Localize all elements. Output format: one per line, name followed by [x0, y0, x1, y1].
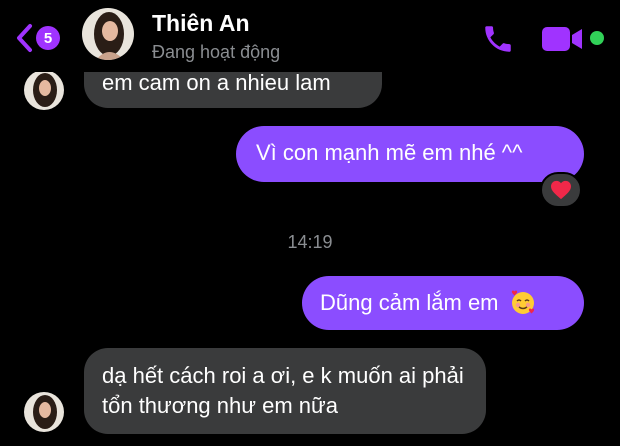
message-timestamp: 14:19: [287, 232, 333, 252]
smiling-face-with-hearts-icon: [511, 290, 534, 314]
message-bubble-outgoing[interactable]: Dũng cảm lắm em: [302, 276, 584, 330]
heart-icon: [551, 180, 571, 200]
phone-icon[interactable]: [480, 22, 516, 56]
contact-name[interactable]: Thiên An: [152, 10, 250, 37]
chat-header: 5 Thiên An Đang hoạt động: [0, 0, 620, 72]
active-status: Đang hoạt động: [152, 42, 281, 62]
message-bubble-outgoing[interactable]: Vì con mạnh mẽ em nhé ^^: [236, 126, 584, 182]
reaction-badge[interactable]: [540, 172, 582, 208]
message-text: Dũng cảm lắm em: [320, 290, 499, 315]
contact-avatar[interactable]: [82, 8, 134, 60]
message-text: Vì con mạnh mẽ em nhé ^^: [256, 140, 523, 165]
message-text: em cam on a nhieu lam: [102, 70, 331, 95]
video-call-icon[interactable]: [540, 25, 584, 53]
contact-avatar-small[interactable]: [24, 392, 64, 432]
unread-count-badge: 5: [36, 26, 60, 50]
contact-avatar-small[interactable]: [24, 70, 64, 110]
message-text: dạ hết cách roi a ơi, e k muốn ai phải t…: [102, 363, 464, 418]
online-indicator: [590, 31, 604, 45]
message-bubble-incoming[interactable]: dạ hết cách roi a ơi, e k muốn ai phải t…: [84, 348, 486, 434]
chevron-left-icon: [17, 24, 32, 52]
back-button[interactable]: 5: [14, 20, 74, 56]
